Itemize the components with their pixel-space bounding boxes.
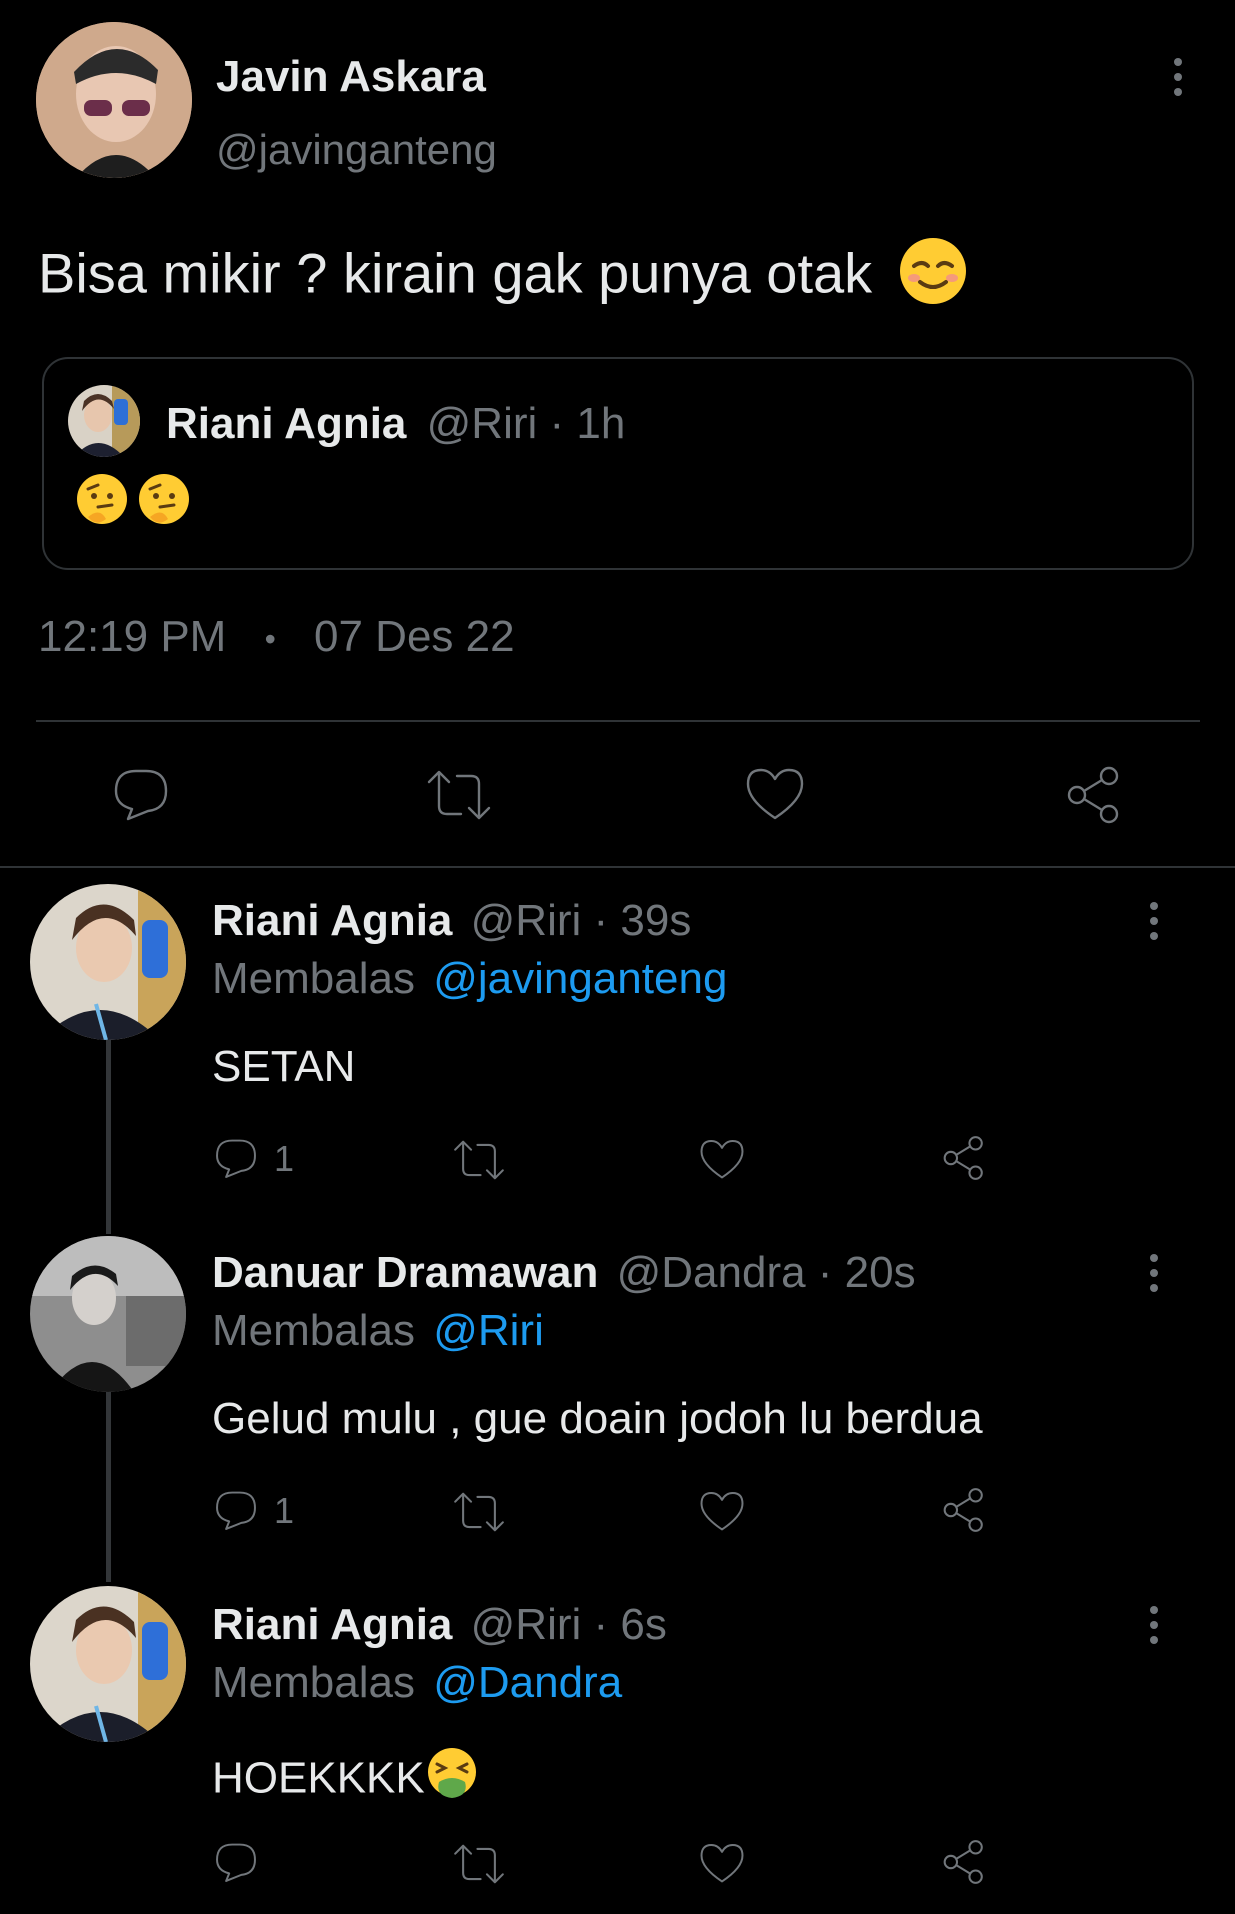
heart-icon[interactable]	[744, 766, 806, 829]
heart-icon[interactable]	[698, 1490, 746, 1539]
tweet-date: 07 Des 22	[314, 612, 515, 661]
replying-to-prefix: Membalas	[212, 1658, 415, 1707]
author-avatar[interactable]	[36, 22, 192, 178]
heart-icon[interactable]	[698, 1842, 746, 1891]
heart-icon[interactable]	[698, 1138, 746, 1187]
thread-line	[106, 1392, 111, 1582]
quoted-author-name: Riani Agnia	[166, 399, 407, 448]
more-options-icon[interactable]	[1144, 902, 1164, 947]
share-icon[interactable]	[940, 1838, 988, 1891]
author-name[interactable]: Javin Askara	[216, 52, 486, 102]
reply-icon[interactable]	[212, 1136, 260, 1185]
reply-author-meta: @Dandra · 20s	[616, 1248, 916, 1297]
reply-avatar[interactable]	[30, 1236, 186, 1392]
quoted-tweet-header: Riani Agnia @Riri · 1h	[166, 399, 625, 449]
replying-to-prefix: Membalas	[212, 1306, 415, 1355]
replying-to-handle[interactable]: @Riri	[433, 1306, 544, 1355]
author-handle[interactable]: @javinganteng	[216, 126, 497, 174]
quoted-author-meta: @Riri · 1h	[426, 399, 626, 448]
divider	[36, 720, 1200, 722]
quoted-tweet-card[interactable]: Riani Agnia @Riri · 1h	[42, 357, 1194, 570]
reply-author-name[interactable]: Danuar Dramawan	[212, 1248, 598, 1297]
retweet-icon[interactable]	[452, 1842, 506, 1891]
reply-text: HOEKKKK	[212, 1746, 479, 1811]
more-options-icon[interactable]	[1144, 1254, 1164, 1299]
replying-to: Membalas @javinganteng	[212, 954, 727, 1004]
section-divider	[0, 866, 1235, 868]
share-icon[interactable]	[1063, 764, 1125, 831]
timestamp-separator: •	[264, 620, 276, 657]
replying-to-prefix: Membalas	[212, 954, 415, 1003]
share-icon[interactable]	[940, 1134, 988, 1187]
reply-author-meta: @Riri · 6s	[470, 1600, 667, 1649]
quoted-author-avatar	[68, 385, 140, 457]
reply-icon[interactable]	[212, 1488, 260, 1537]
retweet-icon[interactable]	[452, 1490, 506, 1539]
reply-avatar[interactable]	[30, 884, 186, 1040]
thread-line	[106, 1040, 111, 1234]
tweet-timestamp: 12:19 PM • 07 Des 22	[38, 612, 515, 662]
reply-icon[interactable]	[110, 765, 172, 828]
reply-count: 1	[274, 1138, 295, 1179]
reply-header: Riani Agnia @Riri · 6s	[212, 1600, 667, 1650]
replying-to: Membalas @Riri	[212, 1306, 544, 1356]
reply-author-name[interactable]: Riani Agnia	[212, 1600, 452, 1649]
replying-to-handle[interactable]: @Dandra	[433, 1658, 622, 1707]
reply-count: 1	[274, 1490, 295, 1531]
retweet-icon[interactable]	[452, 1138, 506, 1187]
reply-text-content: HOEKKKK	[212, 1753, 425, 1803]
relieved-face-emoji	[898, 236, 968, 319]
share-icon[interactable]	[940, 1486, 988, 1539]
replying-to-handle[interactable]: @javinganteng	[433, 954, 727, 1003]
reply-text: SETAN	[212, 1042, 356, 1091]
vomiting-face-emoji	[425, 1746, 479, 1811]
reply-header: Riani Agnia @Riri · 39s	[212, 896, 691, 946]
reply-author-meta: @Riri · 39s	[470, 896, 692, 945]
tweet-text: Bisa mikir ? kirain gak punya otak	[38, 236, 968, 319]
replying-to: Membalas @Dandra	[212, 1658, 622, 1708]
tweet-time: 12:19 PM	[38, 612, 227, 661]
reply-avatar[interactable]	[30, 1586, 186, 1742]
reply-author-name[interactable]: Riani Agnia	[212, 896, 452, 945]
thinking-face-emoji	[74, 471, 194, 534]
more-options-icon[interactable]	[1144, 1606, 1164, 1651]
retweet-icon[interactable]	[425, 768, 493, 827]
tweet-text-content: Bisa mikir ? kirain gak punya otak	[38, 241, 873, 305]
more-options-icon[interactable]	[1168, 58, 1188, 103]
reply-header: Danuar Dramawan @Dandra · 20s	[212, 1248, 916, 1298]
reply-icon[interactable]	[212, 1840, 260, 1889]
reply-text: Gelud mulu , gue doain jodoh lu berdua	[212, 1394, 983, 1443]
